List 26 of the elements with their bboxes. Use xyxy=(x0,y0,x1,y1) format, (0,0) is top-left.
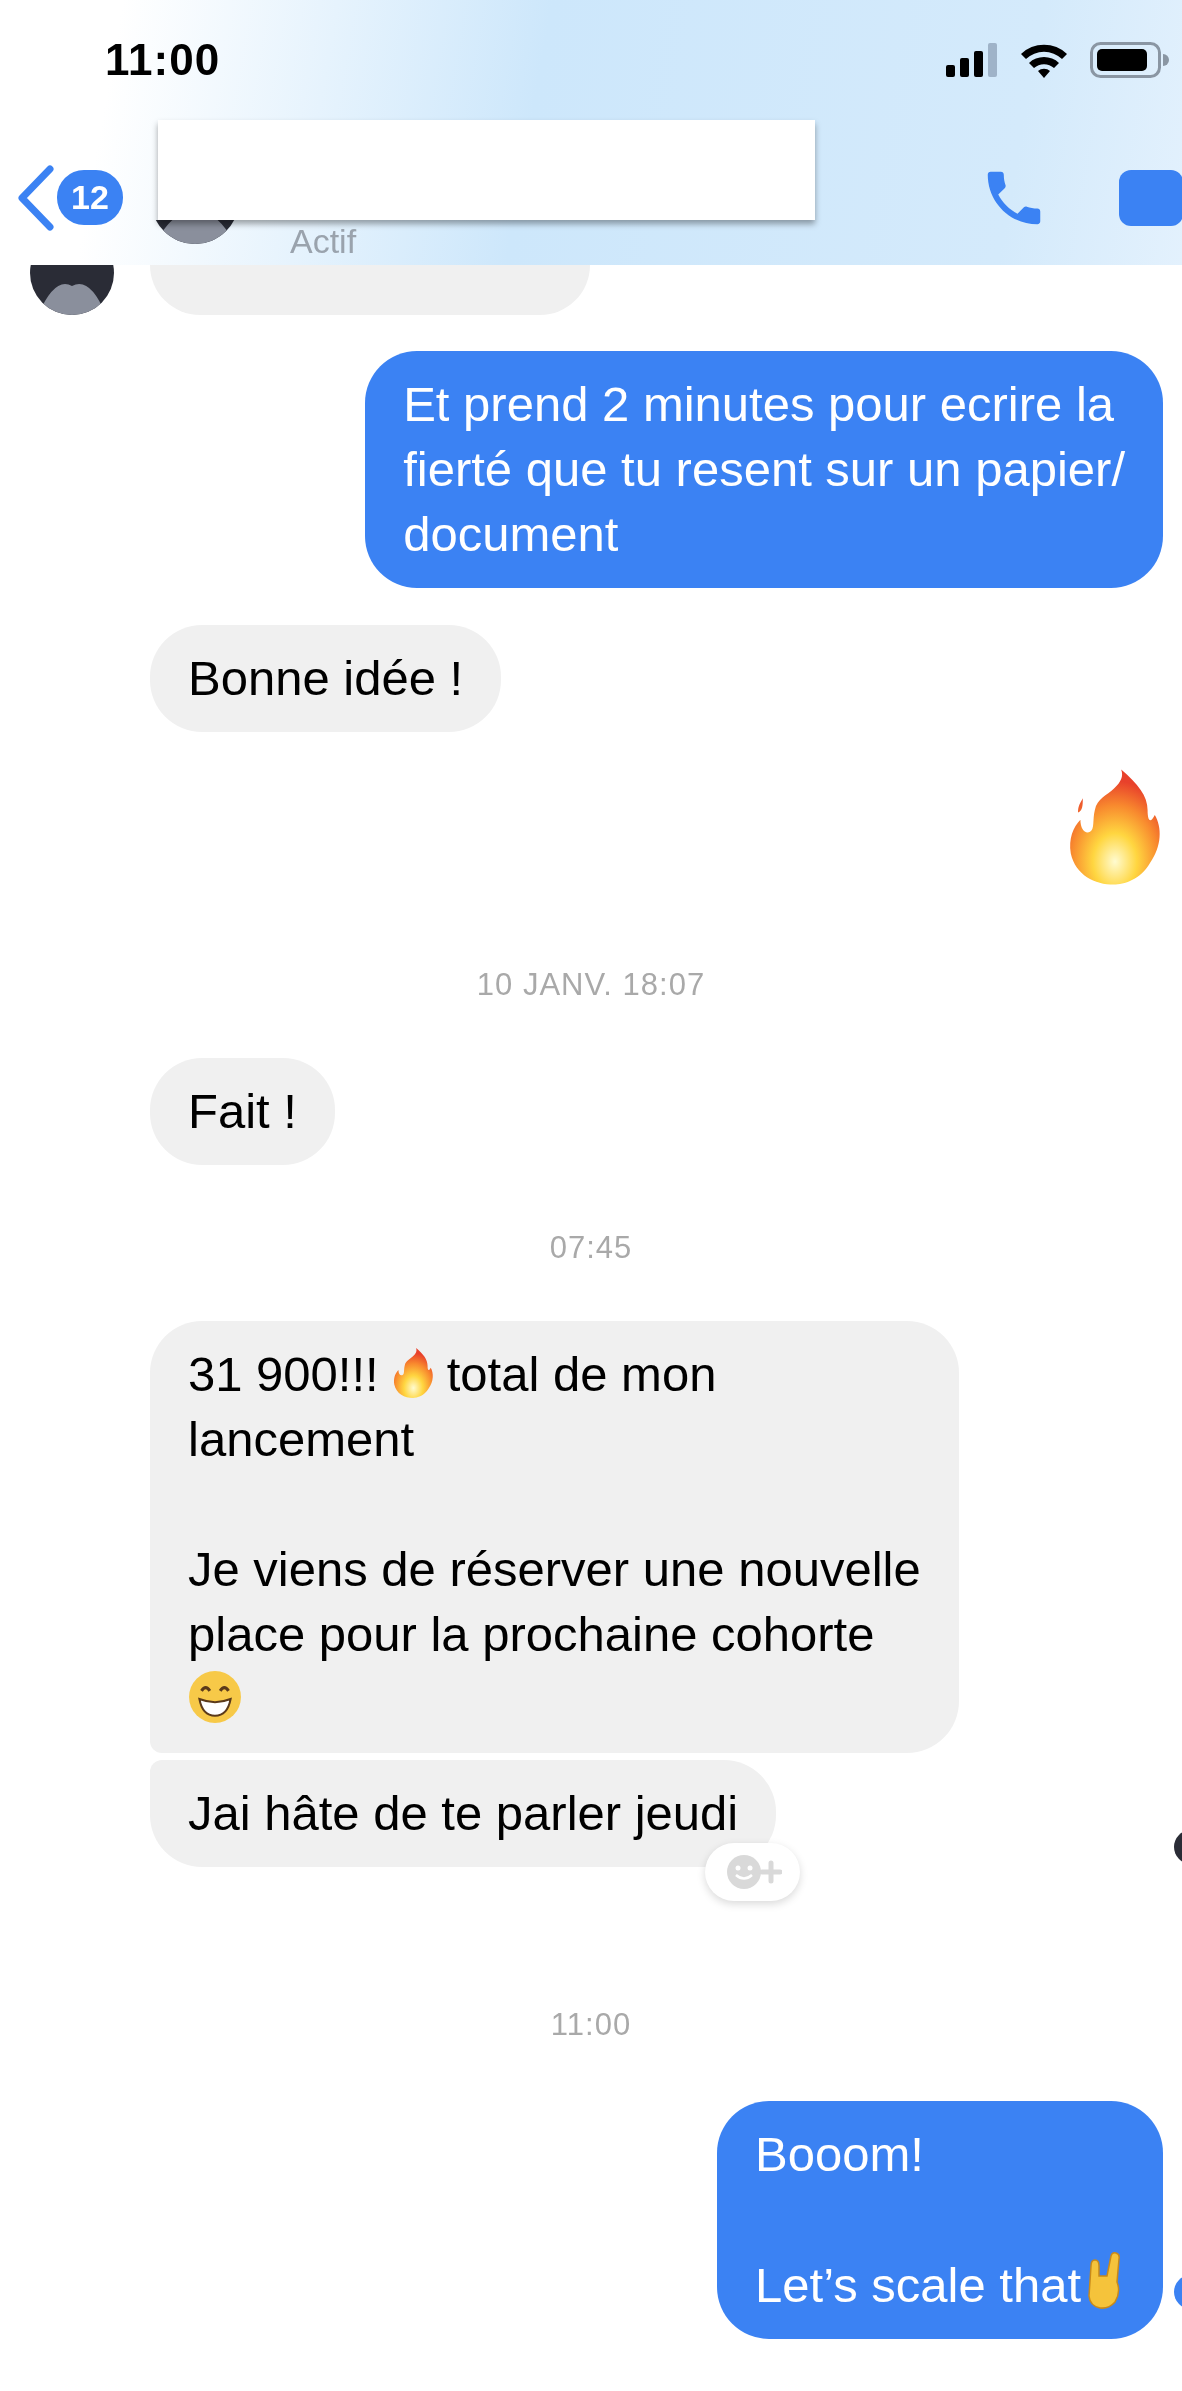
active-status: Actif xyxy=(290,222,357,261)
message-text: lancement xyxy=(188,1412,415,1466)
battery-icon xyxy=(1090,42,1170,78)
message-text: Je viens de réserver une nouvelle xyxy=(188,1542,921,1596)
signal-icon xyxy=(946,43,998,77)
video-icon[interactable] xyxy=(1119,169,1182,226)
message-text: Jai hâte de te parler jeudi xyxy=(188,1786,739,1840)
message-text: total de mon xyxy=(446,1347,717,1401)
unread-badge: 12 xyxy=(57,170,123,225)
message-text: Et prend 2 minutes pour ecrire la xyxy=(403,377,1115,431)
timestamp: 10 JANV. 18:07 xyxy=(475,967,707,1003)
wifi-icon xyxy=(1020,42,1068,78)
message-text: document xyxy=(403,507,619,561)
timestamp: 07:45 xyxy=(548,1230,634,1266)
timestamp: 11:00 xyxy=(549,2007,633,2043)
status-time: 11:00 xyxy=(105,35,221,85)
message-text: fierté que tu resent sur un papier/ xyxy=(403,442,1125,496)
message-text: Let’s scale that xyxy=(755,2258,1081,2312)
message-text: 31 900!!! xyxy=(188,1347,379,1401)
avatar[interactable] xyxy=(30,265,114,315)
back-icon[interactable] xyxy=(17,164,55,231)
message-text: Bonne idée ! xyxy=(188,651,464,705)
grin-icon xyxy=(188,1670,242,1724)
message-text: place pour la prochaine cohorte xyxy=(188,1607,875,1661)
message-text: Fait ! xyxy=(188,1084,297,1138)
message-text: Booom! xyxy=(755,2127,924,2181)
